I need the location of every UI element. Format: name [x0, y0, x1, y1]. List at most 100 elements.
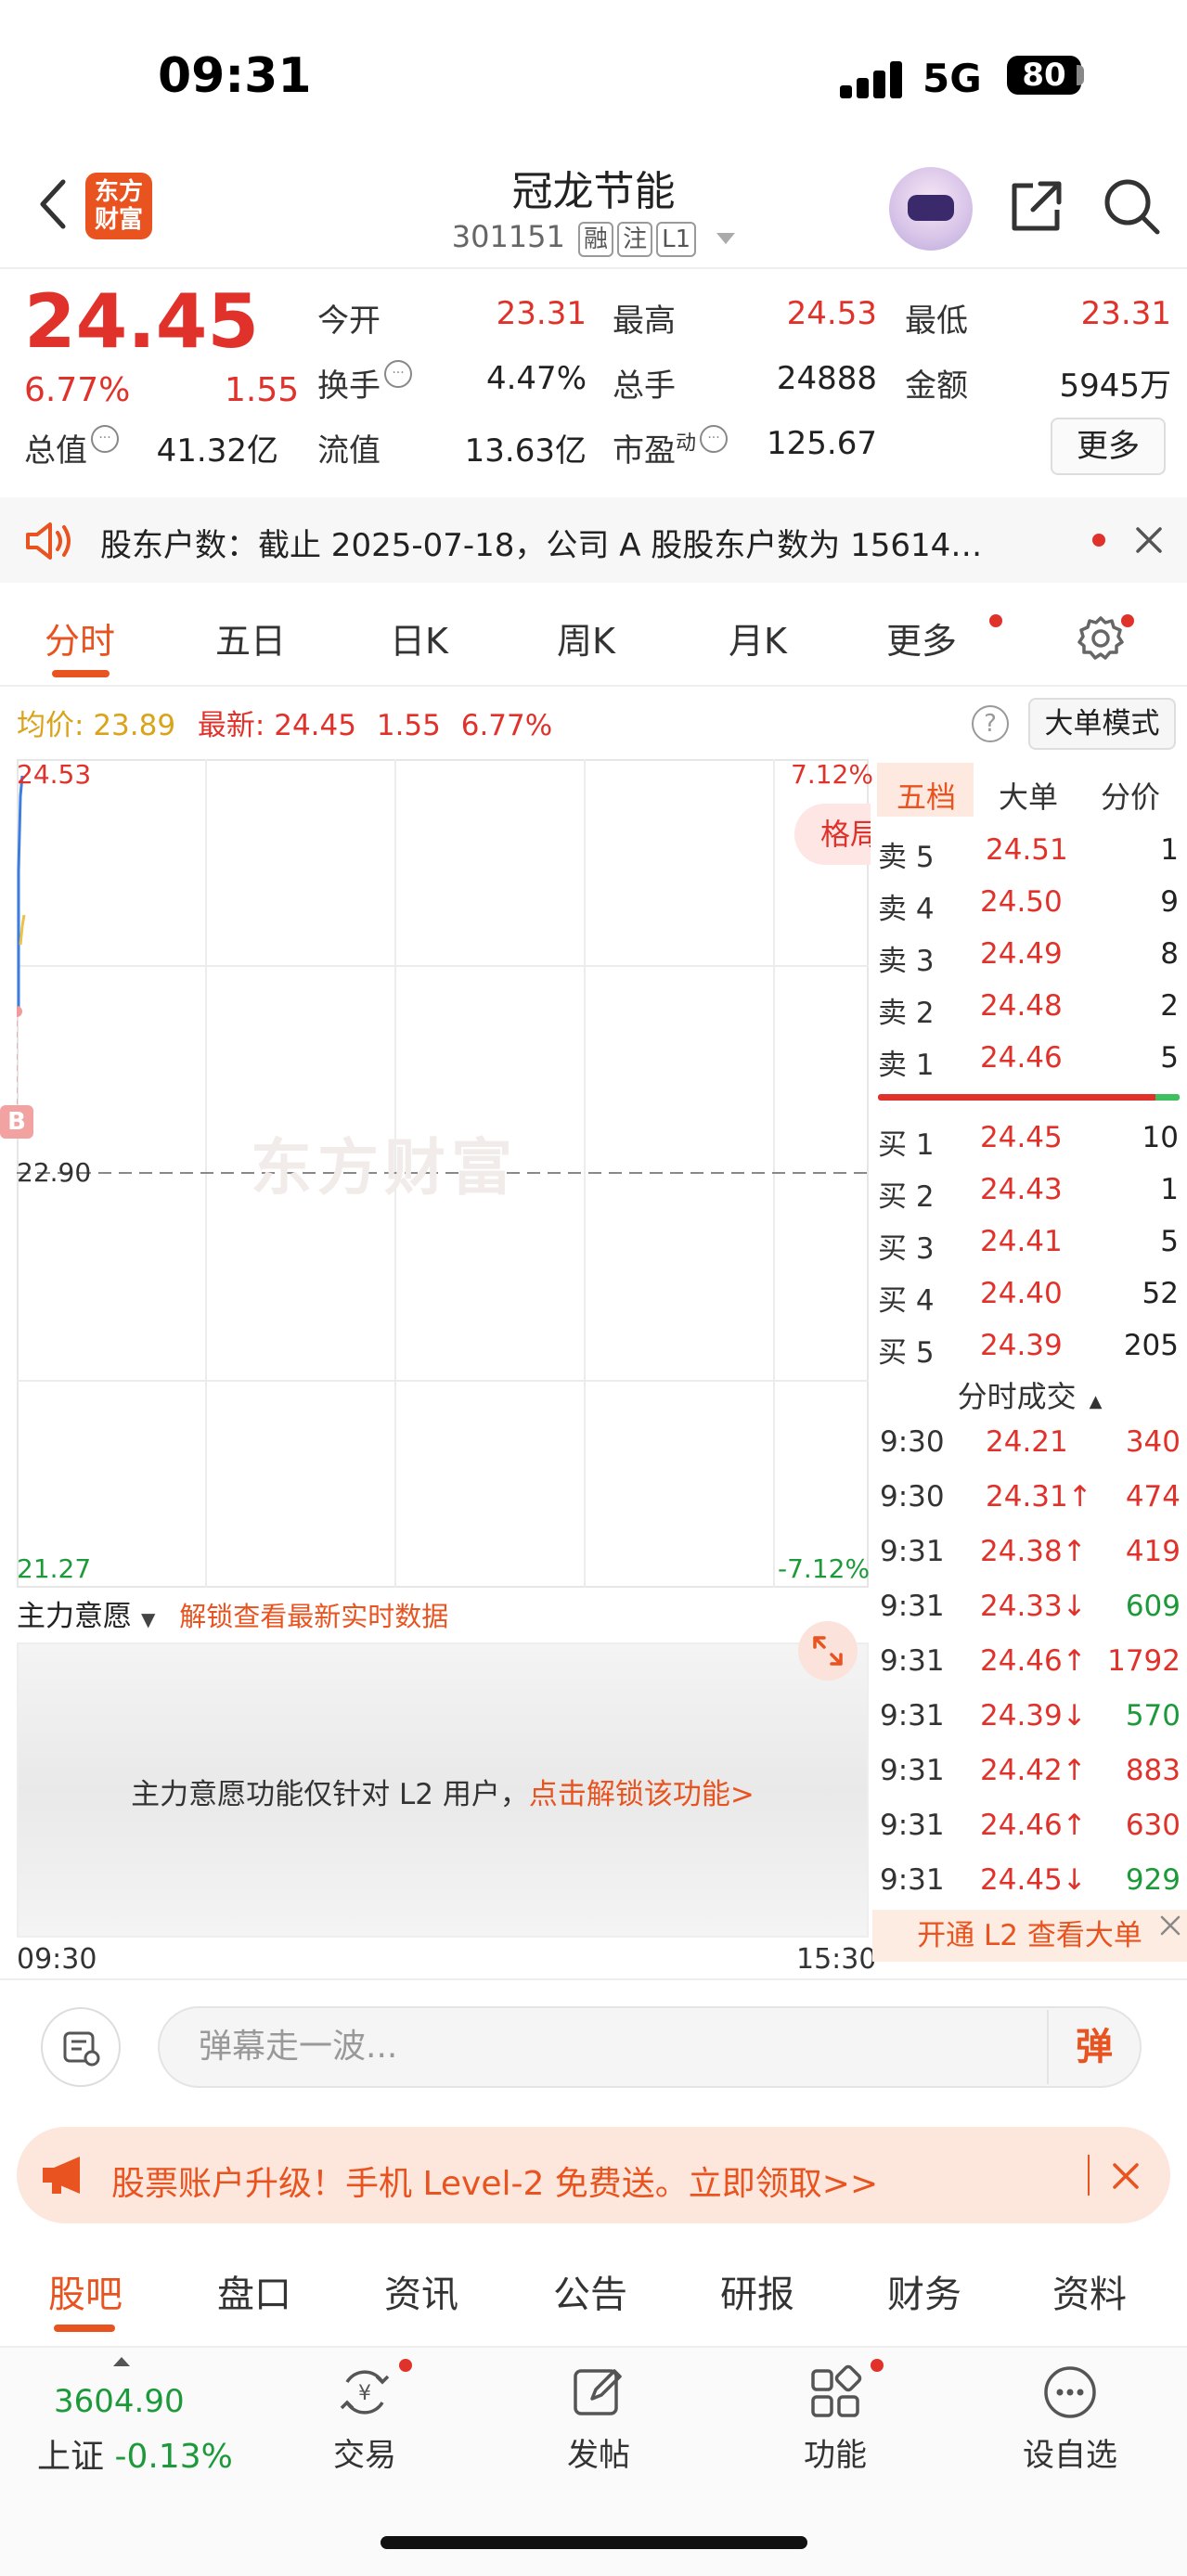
latest-change-pct: 6.77% — [460, 709, 553, 742]
info-icon[interactable]: ··· — [700, 425, 729, 453]
tab-weekly-k[interactable]: 周K — [557, 612, 615, 663]
promo-text[interactable]: 股票账户升级！手机 Level-2 免费送。立即领取>> — [111, 2157, 878, 2205]
tab-daily-k[interactable]: 日K — [390, 612, 448, 663]
pattern-button[interactable]: 格局 — [794, 804, 871, 865]
tab-five-level[interactable]: 五档 — [897, 774, 956, 817]
nav-post[interactable]: 发帖 — [524, 2429, 673, 2475]
trade-price: 24.45↓ — [980, 1863, 1087, 1897]
chart-watermark: 东方财富 — [251, 1132, 518, 1204]
trade-price: 24.21 — [986, 1425, 1068, 1459]
close-icon[interactable] — [1110, 2160, 1142, 2192]
trade-time: 9:31 — [880, 1863, 945, 1897]
gear-icon[interactable] — [1077, 614, 1125, 663]
trade-time: 9:31 — [880, 1644, 945, 1678]
network-label: 5G — [923, 56, 982, 101]
tab-monthly-k[interactable]: 月K — [729, 612, 787, 663]
tab-big-order[interactable]: 大单 — [999, 774, 1058, 817]
index-value[interactable]: 3604.90 — [54, 2383, 185, 2420]
nav-add-watchlist[interactable]: 设自选 — [996, 2429, 1144, 2475]
battery-icon: 80 — [1007, 56, 1081, 95]
tab-forum[interactable]: 股吧 — [48, 2264, 123, 2318]
more-dots-icon[interactable] — [1039, 2362, 1101, 2423]
ask-3-vol: 8 — [1160, 937, 1179, 971]
latest-value: 24.45 — [274, 709, 356, 742]
trade-vol: 1792 — [1107, 1644, 1181, 1678]
caret-up-icon: ▲ — [1089, 1392, 1103, 1411]
index-row[interactable]: 上证 -0.13% — [37, 2429, 233, 2478]
svg-text:¥: ¥ — [358, 2382, 371, 2405]
latest-change: 1.55 — [376, 709, 441, 742]
promo-separator — [1088, 2155, 1090, 2196]
turnover-label: 换手 ··· — [317, 360, 412, 406]
tab-more[interactable]: 更多 — [886, 612, 957, 663]
open-label: 今开 — [317, 303, 381, 340]
more-button[interactable]: 更多 — [1051, 418, 1166, 475]
header-divider — [0, 267, 1187, 269]
trade-time: 9:31 — [880, 1809, 945, 1842]
turnover-value: 4.47% — [485, 360, 587, 397]
pct-axis-top: 7.12% — [791, 759, 873, 790]
tab-intraday[interactable]: 分时 — [45, 612, 115, 663]
ask-2-vol: 2 — [1160, 989, 1179, 1023]
share-icon[interactable] — [1007, 176, 1066, 236]
trades-header[interactable]: 分时成交 ▲ — [872, 1373, 1187, 1416]
ask-3-label: 卖 3 — [878, 945, 935, 978]
bid-5-price: 24.39 — [980, 1329, 1063, 1362]
tag-registered: 注 — [617, 222, 653, 257]
bid-4-label: 买 4 — [878, 1284, 935, 1318]
home-indicator[interactable] — [381, 2536, 807, 2549]
panel-message-text: 主力意愿功能仅针对 L2 用户， — [131, 1778, 529, 1811]
trade-icon[interactable]: ¥ — [334, 2362, 395, 2423]
notice-text[interactable]: 股东户数：截止 2025-07-18，公司 A 股股东户数为 15614… — [100, 520, 1056, 565]
trade-price: 24.38↑ — [980, 1535, 1087, 1568]
settings-dot — [1121, 614, 1134, 627]
amount-value: 5945万 — [1059, 367, 1171, 405]
close-icon[interactable] — [1134, 525, 1164, 555]
high-label: 最高 — [613, 303, 676, 340]
trade-vol: 883 — [1125, 1754, 1181, 1787]
tab-finance[interactable]: 财务 — [887, 2264, 961, 2318]
tab-profile[interactable]: 资料 — [1052, 2264, 1127, 2318]
tab-announcements[interactable]: 公告 — [553, 2264, 627, 2318]
time-axis-end: 15:30 — [796, 1943, 877, 1976]
danmaku-input[interactable]: 弹幕走一波... — [158, 2006, 1142, 2088]
change-pct: 6.77% — [24, 371, 131, 409]
battery-nub — [1077, 65, 1084, 85]
main-intent-selector[interactable]: 主力意愿 ▼ — [17, 1600, 155, 1633]
tab-price-distribution[interactable]: 分价 — [1101, 774, 1160, 817]
open-l2-button[interactable]: 开通 L2 查看大单 — [872, 1910, 1187, 1962]
apps-icon[interactable] — [806, 2362, 867, 2423]
close-icon[interactable] — [1158, 1913, 1182, 1938]
danmaku-send-button[interactable]: 弹 — [1047, 2010, 1140, 2084]
change-amount: 1.55 — [225, 371, 300, 409]
search-icon[interactable] — [1100, 174, 1163, 238]
bid-ask-ratio-bar-green — [1155, 1094, 1180, 1101]
danmaku-settings-icon[interactable] — [41, 2007, 121, 2087]
post-icon[interactable] — [568, 2362, 629, 2423]
nav-trade[interactable]: 交易 — [290, 2429, 439, 2475]
info-icon[interactable]: ··· — [384, 360, 412, 388]
tag-level: L1 — [656, 222, 697, 257]
bid-1-label: 买 1 — [878, 1128, 935, 1162]
ask-5-vol: 1 — [1160, 833, 1179, 867]
signal-icon — [840, 61, 905, 98]
chart-info-row: 均价: 23.89 最新: 24.45 1.55 6.77% — [17, 702, 552, 743]
help-icon[interactable]: ? — [972, 705, 1009, 742]
trade-price: 24.46↑ — [980, 1809, 1087, 1842]
panel-unlock-link[interactable]: 点击解锁该功能> — [529, 1778, 755, 1811]
buy-point-badge[interactable]: B — [0, 1105, 33, 1139]
ask-4-label: 卖 4 — [878, 893, 935, 926]
tab-news[interactable]: 资讯 — [384, 2264, 458, 2318]
tab-five-day[interactable]: 五日 — [215, 612, 286, 663]
y-axis-bottom: 21.27 — [17, 1553, 92, 1584]
tab-research[interactable]: 研报 — [720, 2264, 794, 2318]
trade-price: 24.39↓ — [980, 1699, 1087, 1732]
info-icon[interactable]: ··· — [91, 425, 119, 453]
chart-bottom-divider — [0, 1978, 1187, 1980]
big-order-mode-button[interactable]: 大单模式 — [1028, 698, 1176, 750]
expand-icon[interactable] — [798, 1621, 858, 1681]
nav-functions[interactable]: 功能 — [761, 2429, 910, 2475]
unlock-link[interactable]: 解锁查看最新实时数据 — [179, 1601, 448, 1632]
trade-vol: 929 — [1125, 1863, 1181, 1897]
tab-handicap[interactable]: 盘口 — [217, 2264, 291, 2318]
